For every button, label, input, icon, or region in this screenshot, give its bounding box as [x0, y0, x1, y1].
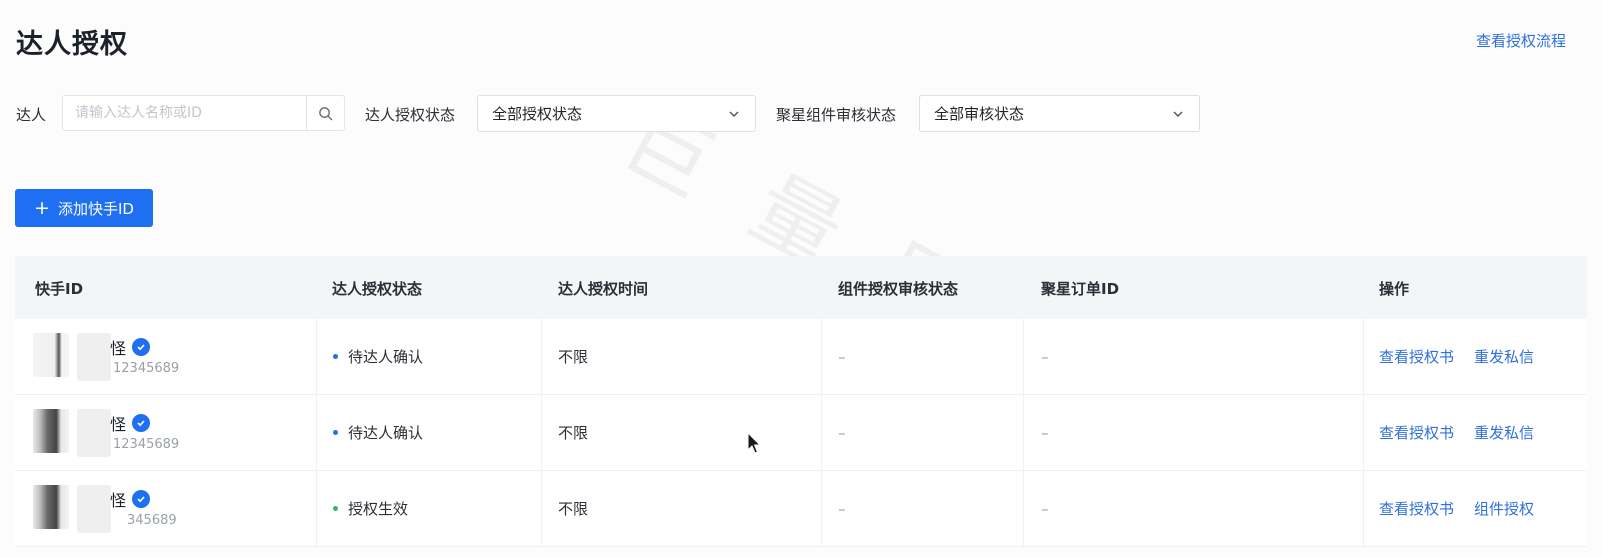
auth-status-text: 待达人确认 — [348, 424, 424, 442]
header-review-status: 组件授权审核状态 — [838, 280, 959, 298]
auth-time-cell: 不限 — [558, 424, 589, 442]
operations-cell: 查看授权书 重发私信 — [1379, 319, 1534, 394]
creator-name: 怪 — [110, 487, 151, 511]
component-authorization-link[interactable]: 组件授权 — [1474, 498, 1534, 519]
column-divider — [1023, 319, 1024, 394]
view-authorization-letter-link[interactable]: 查看授权书 — [1379, 498, 1454, 519]
view-authorization-flow-link[interactable]: 查看授权流程 — [1476, 30, 1566, 51]
status-dot — [333, 430, 338, 435]
avatar — [33, 333, 69, 377]
verified-icon — [132, 490, 151, 508]
auth-status-cell: 待达人确认 — [333, 319, 423, 394]
view-authorization-letter-link[interactable]: 查看授权书 — [1379, 346, 1454, 367]
creator-id: 12345689 — [113, 437, 180, 452]
header-auth-status: 达人授权状态 — [332, 280, 423, 298]
search-icon — [319, 106, 333, 120]
column-divider — [541, 471, 542, 546]
page-title: 达人授权 — [16, 29, 128, 60]
column-divider — [316, 395, 317, 470]
column-divider — [1023, 471, 1024, 546]
creator-name: 怪 — [110, 335, 151, 359]
review-status-filter-label: 聚星组件审核状态 — [776, 106, 897, 124]
creator-filter-label: 达人 — [16, 106, 47, 124]
column-divider — [541, 319, 542, 394]
chevron-down-icon — [1173, 111, 1183, 117]
order-id-cell: – — [1041, 347, 1049, 366]
creator-id: 345689 — [127, 513, 177, 528]
operations-cell: 查看授权书 组件授权 — [1379, 471, 1534, 546]
resend-message-link[interactable]: 重发私信 — [1474, 422, 1534, 443]
table-row: 怪 12345689 待达人确认 不限 – – 查看授权书 重发私信 — [15, 395, 1587, 471]
avatar — [33, 485, 69, 529]
auth-status-filter-label: 达人授权状态 — [365, 106, 456, 124]
review-status-cell: – — [838, 423, 846, 442]
verified-icon — [132, 414, 151, 432]
order-id-cell: – — [1041, 423, 1049, 442]
header-order-id: 聚星订单ID — [1041, 280, 1120, 298]
table-row: 怪 345689 授权生效 不限 – – 查看授权书 组件授权 — [15, 471, 1587, 547]
auth-status-cell: 待达人确认 — [333, 395, 423, 470]
column-divider — [821, 471, 822, 546]
column-divider — [821, 319, 822, 394]
header-auth-time: 达人授权时间 — [558, 280, 649, 298]
auth-status-cell: 授权生效 — [333, 471, 408, 546]
status-dot — [333, 506, 338, 511]
review-status-select[interactable]: 全部审核状态 — [919, 95, 1200, 132]
column-divider — [541, 395, 542, 470]
column-divider — [821, 395, 822, 470]
creator-search-box — [62, 95, 345, 131]
creator-id: 12345689 — [113, 361, 180, 376]
resend-message-link[interactable]: 重发私信 — [1474, 346, 1534, 367]
status-dot — [333, 354, 338, 359]
auth-status-text: 授权生效 — [348, 500, 409, 518]
header-operations: 操作 — [1379, 280, 1410, 298]
auth-status-select[interactable]: 全部授权状态 — [477, 95, 756, 132]
table-row: 怪 12345689 待达人确认 不限 – – 查看授权书 重发私信 — [15, 319, 1587, 395]
add-button-label: 添加快手ID — [57, 199, 134, 218]
blurred-name — [77, 333, 111, 381]
authorization-table: 快手ID 达人授权状态 达人授权时间 组件授权审核状态 聚星订单ID 操作 怪 … — [15, 256, 1587, 547]
auth-time-cell: 不限 — [558, 348, 589, 366]
add-kuaishou-id-button[interactable]: + 添加快手ID — [15, 189, 153, 227]
auth-status-text: 待达人确认 — [348, 348, 424, 366]
search-button[interactable] — [306, 96, 344, 130]
view-authorization-letter-link[interactable]: 查看授权书 — [1379, 422, 1454, 443]
creator-name: 怪 — [110, 411, 151, 435]
mouse-cursor-icon — [747, 432, 762, 454]
creator-name-text: 怪 — [110, 339, 127, 358]
order-id-cell: – — [1041, 499, 1049, 518]
column-divider — [1363, 471, 1364, 546]
creator-name-text: 怪 — [110, 415, 127, 434]
column-divider — [316, 471, 317, 546]
creator-name-text: 怪 — [110, 491, 127, 510]
chevron-down-icon — [729, 111, 739, 117]
operations-cell: 查看授权书 重发私信 — [1379, 395, 1534, 470]
header-kuaishou-id: 快手ID — [35, 280, 84, 298]
blurred-name — [77, 485, 111, 533]
table-header: 快手ID 达人授权状态 达人授权时间 组件授权审核状态 聚星订单ID 操作 — [15, 256, 1587, 319]
auth-status-select-value: 全部授权状态 — [492, 105, 583, 123]
creator-search-input[interactable] — [63, 96, 306, 130]
column-divider — [316, 319, 317, 394]
verified-icon — [132, 338, 151, 356]
blurred-name — [77, 409, 111, 457]
auth-time-cell: 不限 — [558, 500, 589, 518]
column-divider — [1023, 395, 1024, 470]
plus-icon: + — [34, 196, 50, 219]
review-status-cell: – — [838, 499, 846, 518]
review-status-cell: – — [838, 347, 846, 366]
column-divider — [1363, 319, 1364, 394]
review-status-select-value: 全部审核状态 — [934, 105, 1025, 123]
column-divider — [1363, 395, 1364, 470]
creator-authorization-page: 巨量网络 达人授权 查看授权流程 达人 达人授权状态 全部授权状态 聚星组件审核… — [0, 0, 1602, 557]
avatar — [33, 409, 69, 453]
